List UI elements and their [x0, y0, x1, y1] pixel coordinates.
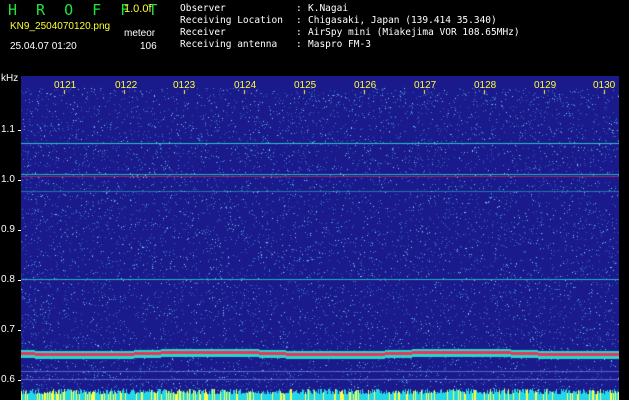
info-separator: :: [296, 27, 302, 38]
info-separator: :: [296, 15, 302, 26]
info-separator: :: [296, 39, 302, 50]
filename-label: KN9_2504070120.png: [10, 21, 111, 32]
mode-label: meteor: [124, 28, 156, 39]
time-label: 0128: [474, 80, 497, 91]
detection-count: 106: [140, 41, 157, 52]
info-separator: :: [296, 3, 302, 14]
spectrogram-canvas: [21, 76, 619, 400]
time-label: 0121: [54, 80, 77, 91]
right-margin: [619, 76, 629, 400]
info-value-observer: K.Nagai: [308, 3, 349, 14]
y-tick-label: 0.7: [1, 324, 15, 335]
frequency-unit-label: kHz: [1, 73, 19, 84]
y-tick-label: 0.8: [1, 274, 15, 285]
version-label: 1.0.0f: [124, 3, 152, 15]
y-tick-label: 0.6: [1, 374, 15, 385]
header-bar: H R O F F T 1.0.0f KN9_2504070120.png me…: [0, 0, 629, 76]
time-label: 0127: [414, 80, 437, 91]
time-label: 0125: [294, 80, 317, 91]
info-label-antenna: Receiving antenna: [180, 39, 278, 50]
spectrogram-panel: 0121 0122 0123 0124 0125 0126 0127 0128 …: [21, 76, 619, 400]
info-label-observer: Observer: [180, 3, 226, 14]
info-value-receiver: AirSpy mini (Miakejima VOR 108.65MHz): [308, 27, 520, 38]
time-label: 0126: [354, 80, 377, 91]
y-tick-label: 1.1: [1, 124, 15, 135]
datetime-label: 25.04.07 01:20: [10, 41, 77, 52]
info-value-location: Chigasaki, Japan (139.414 35.340): [308, 15, 497, 26]
time-label: 0123: [173, 80, 196, 91]
y-tick-label: 0.9: [1, 224, 15, 235]
info-label-location: Receiving Location: [180, 15, 283, 26]
y-tick-label: 1.0: [1, 174, 15, 185]
time-label: 0130: [593, 80, 616, 91]
info-label-receiver: Receiver: [180, 27, 226, 38]
time-label: 0129: [534, 80, 557, 91]
info-value-antenna: Maspro FM-3: [308, 39, 371, 50]
time-label: 0124: [234, 80, 257, 91]
time-label: 0122: [115, 80, 138, 91]
